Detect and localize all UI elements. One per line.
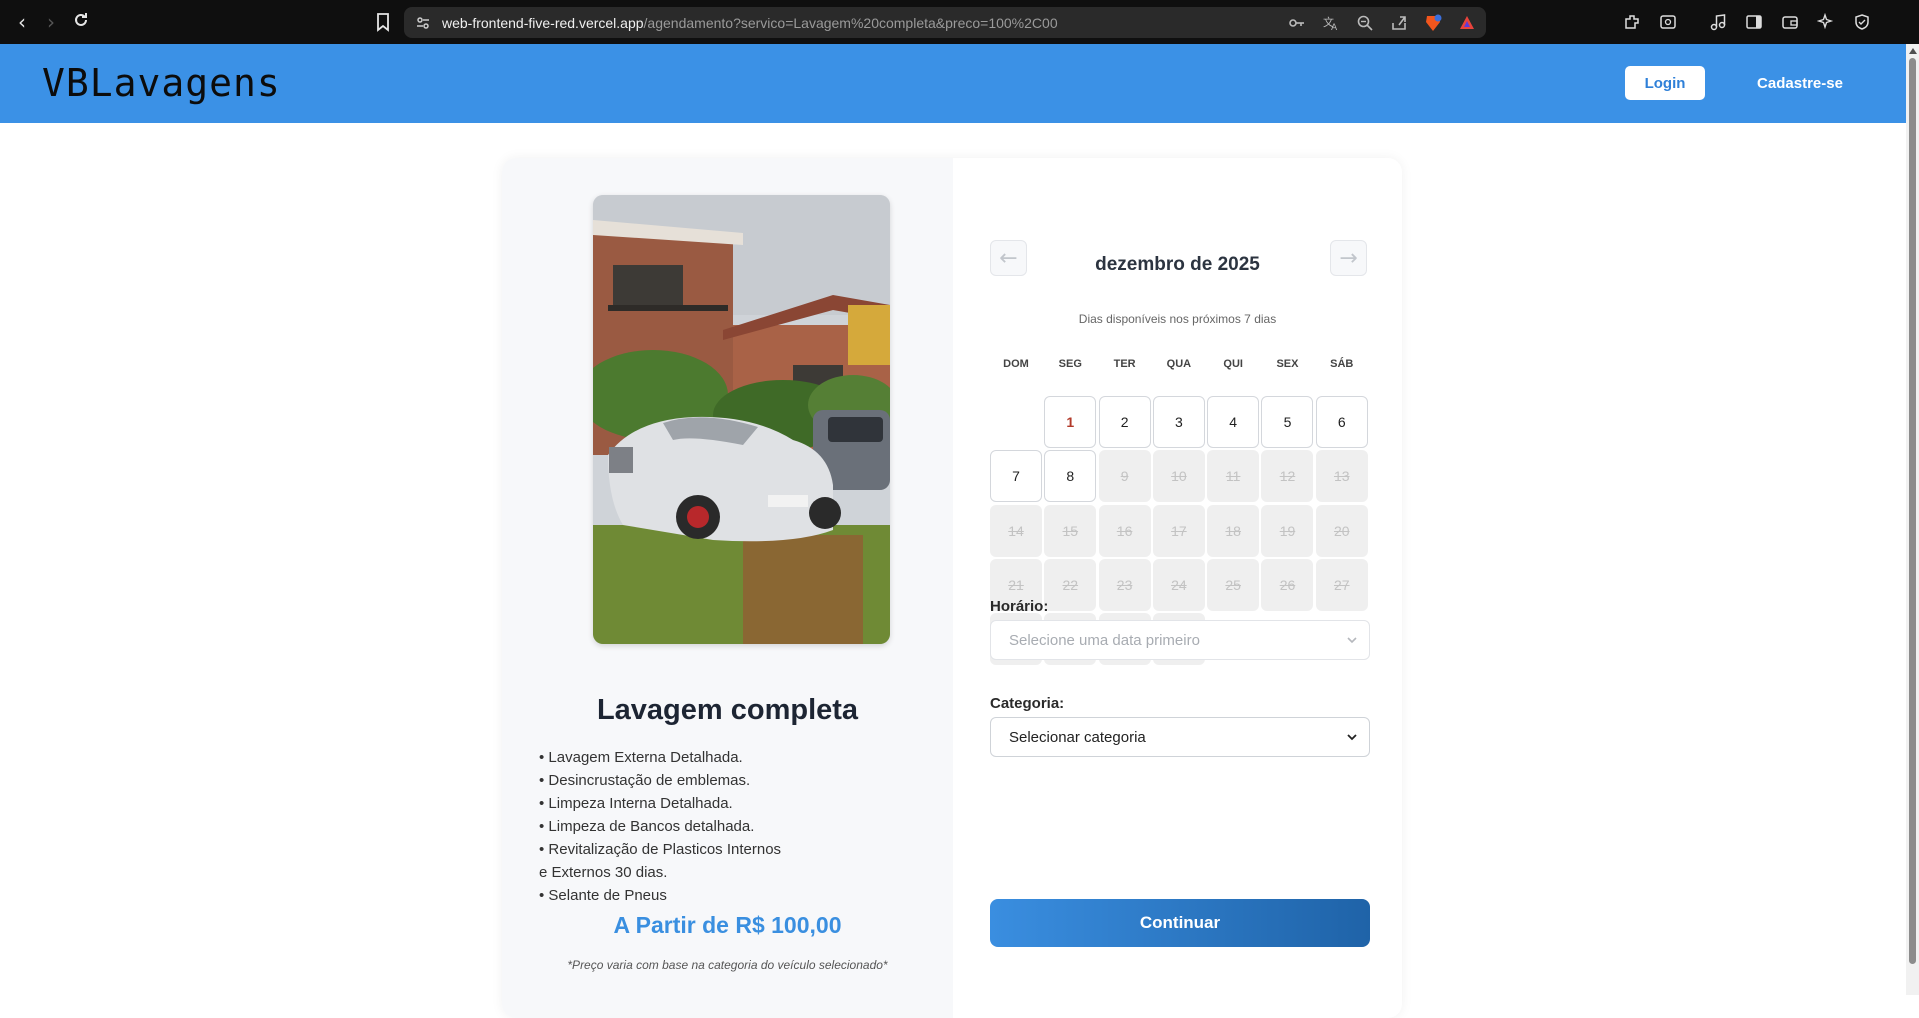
share-icon[interactable] — [1388, 12, 1410, 34]
wallet-icon[interactable] — [1779, 11, 1801, 33]
vpn-icon[interactable] — [1851, 11, 1873, 33]
back-icon[interactable]: ‹ — [11, 11, 33, 33]
reload-icon[interactable] — [70, 11, 92, 33]
time-label: Horário: — [990, 598, 1049, 615]
calendar-day: 22 — [1044, 558, 1097, 611]
availability-note: Dias disponíveis nos próximos 7 dias — [1078, 312, 1277, 326]
calendar-day: 27 — [1315, 558, 1368, 611]
calendar-day: 19 — [1261, 504, 1314, 557]
calendar-day: 24 — [1152, 558, 1205, 611]
music-icon[interactable] — [1707, 11, 1729, 33]
calendar-day: 11 — [1207, 450, 1260, 503]
forward-icon[interactable]: › — [40, 11, 62, 33]
calendar-day[interactable]: 5 — [1261, 396, 1314, 448]
calendar-day[interactable]: 3 — [1152, 396, 1205, 448]
scrollbar-thumb[interactable] — [1909, 58, 1916, 964]
service-features-list: • Lavagem Externa Detalhada. • Desincrus… — [539, 746, 919, 907]
calendar-day: 10 — [1152, 450, 1205, 503]
chevron-down-icon — [1347, 637, 1357, 644]
calendar-day: 13 — [1315, 450, 1368, 503]
url-host: web-frontend-five-red.vercel.app — [442, 15, 644, 31]
calendar-day: 20 — [1315, 504, 1368, 557]
bookmark-icon[interactable] — [372, 11, 394, 33]
calendar-day: 26 — [1261, 558, 1314, 611]
feature-item: • Desincrustação de emblemas. — [539, 772, 751, 789]
translate-icon[interactable]: 文A — [1320, 12, 1342, 34]
feature-item: • Lavagem Externa Detalhada. — [539, 749, 743, 766]
calendar-day[interactable]: 2 — [1098, 396, 1151, 448]
service-price: A Partir de R$ 100,00 — [613, 912, 842, 938]
booking-card: Lavagem completa • Lavagem Externa Detal… — [502, 158, 1402, 1018]
site-header: VBLavagens Login Cadastre-se — [0, 44, 1906, 123]
calendar-day: 9 — [1098, 450, 1151, 503]
login-button[interactable]: Login — [1625, 66, 1705, 100]
site-logo[interactable]: VBLavagens — [42, 61, 281, 105]
time-select-value: Selecione uma data primeiro — [1009, 632, 1200, 649]
url-path: /agendamento?servico=Lavagem%20completa&… — [643, 15, 1058, 31]
continue-button[interactable]: Continuar — [990, 899, 1370, 947]
url-text: web-frontend-five-red.vercel.app/agendam… — [442, 15, 1058, 31]
feature-item: e Externos 30 dias. — [539, 864, 668, 881]
weekday-label: SEG — [1058, 358, 1082, 370]
calendar-day[interactable]: 4 — [1207, 396, 1260, 448]
brave-shields-icon[interactable] — [1422, 12, 1444, 34]
scroll-up-icon[interactable] — [1909, 48, 1917, 54]
browser-toolbar: ‹ › web-frontend-five-red.vercel.app/age… — [0, 0, 1919, 44]
calendar-day: 12 — [1261, 450, 1314, 503]
calendar-day: 15 — [1044, 504, 1097, 557]
weekday-label: SEX — [1276, 358, 1299, 370]
calendar-day: 16 — [1098, 504, 1151, 557]
key-icon[interactable] — [1286, 12, 1308, 34]
search-tabs-icon[interactable] — [1657, 11, 1679, 33]
feature-item: • Limpeza de Bancos detalhada. — [539, 818, 755, 835]
service-photo — [593, 195, 890, 644]
calendar-day: 25 — [1207, 558, 1260, 611]
page-scrollbar[interactable] — [1906, 44, 1919, 995]
brave-rewards-icon[interactable] — [1456, 12, 1478, 34]
leo-ai-icon[interactable] — [1815, 11, 1837, 33]
price-note: *Preço varia com base na categoria do ve… — [567, 958, 888, 972]
calendar-weekdays: DOM SEG TER QUA QUI SEX SÁB — [990, 358, 1370, 370]
calendar-day[interactable]: 7 — [990, 450, 1042, 503]
weekday-label: QUA — [1166, 358, 1192, 370]
calendar-day[interactable]: 6 — [1315, 396, 1368, 448]
weekday-label: DOM — [1003, 358, 1029, 370]
svg-text:A: A — [1331, 23, 1338, 32]
category-select-value: Selecionar categoria — [1009, 729, 1146, 746]
service-title: Lavagem completa — [596, 694, 859, 726]
chevron-down-icon — [1347, 734, 1357, 741]
calendar-empty-cell — [990, 396, 1042, 448]
calendar-day[interactable]: 8 — [1044, 450, 1097, 503]
arrow-right-icon: → — [1339, 245, 1358, 271]
feature-item: • Selante de Pneus — [539, 887, 667, 904]
extensions-icon[interactable] — [1621, 11, 1643, 33]
calendar-day: 18 — [1207, 504, 1260, 557]
category-select[interactable]: Selecionar categoria — [990, 717, 1370, 757]
category-label: Categoria: — [990, 695, 1065, 712]
feature-item: • Limpeza Interna Detalhada. — [539, 795, 733, 812]
weekday-label: SÁB — [1330, 358, 1354, 370]
time-select[interactable]: Selecione uma data primeiro — [990, 620, 1370, 660]
calendar-day: 23 — [1098, 558, 1151, 611]
address-bar[interactable]: web-frontend-five-red.vercel.app/agendam… — [404, 7, 1486, 38]
calendar-day[interactable]: 1 — [1044, 396, 1097, 448]
service-panel: Lavagem completa • Lavagem Externa Detal… — [502, 158, 953, 1018]
calendar-day: 17 — [1152, 504, 1205, 557]
site-settings-icon[interactable] — [414, 14, 432, 32]
sidebar-icon[interactable] — [1743, 11, 1765, 33]
weekday-label: TER — [1113, 358, 1136, 370]
signup-button[interactable]: Cadastre-se — [1740, 66, 1860, 100]
zoom-icon[interactable] — [1354, 12, 1376, 34]
scheduling-panel: ← dezembro de 2025 → Dias disponíveis no… — [953, 158, 1402, 1018]
feature-item: • Revitalização de Plasticos Internos — [539, 841, 782, 858]
weekday-label: QUI — [1223, 358, 1243, 370]
calendar-day: 14 — [990, 504, 1042, 557]
next-month-button[interactable]: → — [1330, 240, 1367, 276]
